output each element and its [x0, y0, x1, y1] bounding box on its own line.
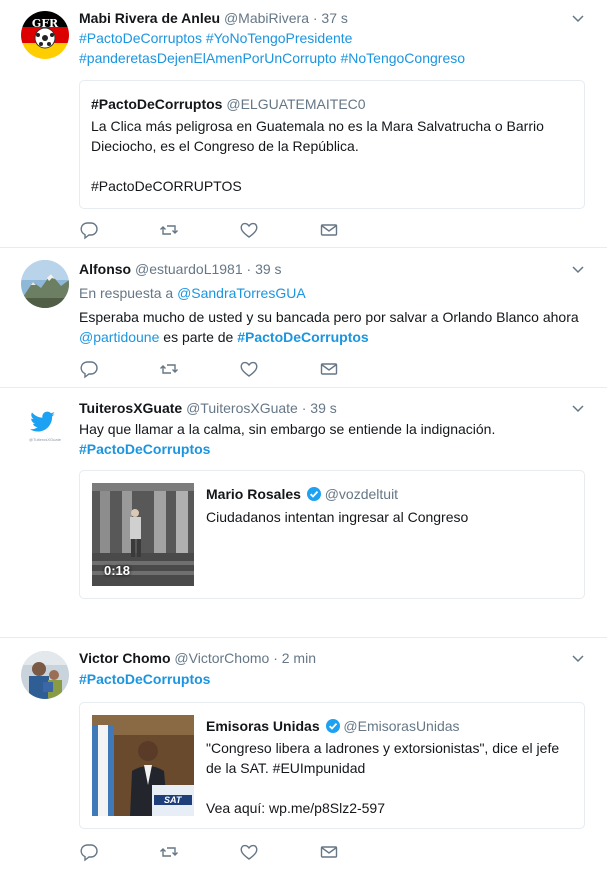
- quoted-header: Emisoras Unidas @EmisorasUnidas: [206, 716, 460, 736]
- quoted-user-handle: @ELGUATEMAITEC0: [226, 96, 366, 112]
- hashtag-link[interactable]: #PactoDeCorruptos: [237, 329, 368, 345]
- user-name[interactable]: Mabi Rivera de Anleu: [79, 10, 220, 26]
- avatar-text: GFR: [31, 17, 59, 30]
- tweet-header: Alfonso @estuardoL1981 · 39 s: [79, 260, 282, 278]
- tweet-text-line: Hay que llamar a la calma, sin embargo s…: [79, 421, 496, 437]
- user-handle[interactable]: @MabiRivera: [224, 10, 309, 26]
- mention-link[interactable]: @partidoune: [79, 329, 159, 345]
- verified-icon: [306, 487, 321, 501]
- quoted-user-handle: @vozdeltuit: [324, 486, 399, 502]
- chevron-down-icon[interactable]: [571, 402, 585, 416]
- tweet-header: TuiterosXGuate @TuiterosXGuate · 39 s: [79, 399, 337, 417]
- timestamp[interactable]: · 2 min: [273, 650, 316, 666]
- avatar[interactable]: GFR: [21, 11, 69, 59]
- reply-icon[interactable]: [79, 842, 99, 862]
- like-icon[interactable]: [239, 842, 259, 862]
- tweet[interactable]: Alfonso @estuardoL1981 · 39 s En respues…: [0, 248, 607, 388]
- chevron-down-icon[interactable]: [571, 12, 585, 26]
- avatar[interactable]: [21, 260, 69, 308]
- tweet-text-line: Esperaba mucho de usted y su bancada per…: [79, 309, 579, 325]
- avatar[interactable]: @TuiterosXGuate: [21, 400, 69, 448]
- like-icon[interactable]: [239, 359, 259, 379]
- hashtag-link[interactable]: #panderetasDejenElAmenPorUnCorrupto: [79, 50, 337, 66]
- user-handle[interactable]: @estuardoL1981: [135, 261, 243, 277]
- quoted-user-name: Mario Rosales: [206, 486, 301, 502]
- avatar[interactable]: [21, 651, 69, 699]
- direct-message-icon[interactable]: [319, 220, 339, 240]
- avatar-image: [21, 260, 69, 308]
- avatar-image: [21, 651, 69, 699]
- image-logo: SAT: [164, 795, 182, 805]
- tweet[interactable]: GFR Mabi Rivera de Anleu @MabiRivera · 3…: [0, 0, 607, 248]
- retweet-icon[interactable]: [159, 359, 179, 379]
- hashtag-link[interactable]: #PactoDeCorruptos: [79, 671, 210, 687]
- quoted-text: Dieciocho, es el Congreso de la Repúblic…: [91, 138, 359, 154]
- quoted-text: La Clica más peligrosa en Guatemala no e…: [91, 118, 544, 134]
- hashtag-link[interactable]: #PactoDeCorruptos: [79, 30, 202, 46]
- user-name[interactable]: TuiterosXGuate: [79, 400, 182, 416]
- reply-prefix: En respuesta a: [79, 285, 174, 301]
- tweet-text: es parte de: [159, 329, 238, 345]
- video-duration: 0:18: [104, 563, 131, 578]
- quoted-header: Mario Rosales @vozdeltuit: [206, 484, 398, 504]
- quoted-user-name: #PactoDeCorruptos: [91, 96, 223, 112]
- tweet-text-line: #PactoDeCorruptos: [79, 669, 210, 689]
- mention-link[interactable]: @SandraTorresGUA: [177, 285, 306, 301]
- reply-context: En respuesta a @SandraTorresGUA: [79, 283, 306, 303]
- quoted-text: Vea aquí: wp.me/p8Slz2-597: [206, 800, 386, 816]
- avatar-caption: @TuiterosXGuate: [29, 437, 61, 442]
- quoted-image[interactable]: SAT: [92, 715, 194, 816]
- user-name[interactable]: Alfonso: [79, 261, 131, 277]
- timestamp[interactable]: · 39 s: [247, 261, 282, 277]
- user-handle[interactable]: @TuiterosXGuate: [186, 400, 298, 416]
- tweet[interactable]: Victor Chomo @VictorChomo · 2 min #Pacto…: [0, 638, 607, 873]
- reply-icon[interactable]: [79, 220, 99, 240]
- verified-icon: [325, 719, 340, 733]
- tweet-text-line: #PactoDeCorruptos #YoNoTengoPresidente: [79, 28, 352, 48]
- hashtag-link[interactable]: #PactoDeCorruptos: [79, 441, 210, 457]
- reply-icon[interactable]: [79, 359, 99, 379]
- hashtag-link[interactable]: #YoNoTengoPresidente: [206, 30, 353, 46]
- quoted-text: Ciudadanos intentan ingresar al Congreso: [206, 509, 469, 525]
- retweet-icon[interactable]: [159, 220, 179, 240]
- quoted-user-handle: @EmisorasUnidas: [343, 718, 460, 734]
- direct-message-icon[interactable]: [319, 359, 339, 379]
- hashtag-link[interactable]: #NoTengoCongreso: [340, 50, 465, 66]
- tweet-text-line: @partidoune es parte de #PactoDeCorrupto…: [79, 327, 369, 347]
- tweet-header: Victor Chomo @VictorChomo · 2 min: [79, 649, 316, 667]
- quoted-text: #PactoDeCORRUPTOS: [91, 178, 242, 194]
- chevron-down-icon[interactable]: [571, 263, 585, 277]
- user-name[interactable]: Victor Chomo: [79, 650, 171, 666]
- tweet-actions: [79, 842, 349, 862]
- video-thumbnail[interactable]: 0:18: [92, 483, 194, 586]
- tweet-actions: [79, 220, 349, 240]
- quoted-user-name: Emisoras Unidas: [206, 718, 320, 734]
- quoted-text: "Congreso libera a ladrones y extorsioni…: [206, 740, 560, 756]
- tweet-text-line: #PactoDeCorruptos: [79, 439, 210, 459]
- quoted-tweet[interactable]: SAT Emisoras Unidas @EmisorasUnidas "Con…: [79, 702, 585, 829]
- timestamp[interactable]: · 37 s: [313, 10, 348, 26]
- timestamp[interactable]: · 39 s: [302, 400, 337, 416]
- quoted-header: #PactoDeCorruptos @ELGUATEMAITEC0: [91, 94, 366, 114]
- tweet-actions: [79, 359, 349, 379]
- chevron-down-icon[interactable]: [571, 652, 585, 666]
- tweet[interactable]: @TuiterosXGuate TuiterosXGuate @Tuiteros…: [0, 388, 607, 638]
- quoted-tweet[interactable]: #PactoDeCorruptos @ELGUATEMAITEC0 La Cli…: [79, 80, 585, 209]
- tweet-text-line: #panderetasDejenElAmenPorUnCorrupto #NoT…: [79, 48, 465, 68]
- like-icon[interactable]: [239, 220, 259, 240]
- retweet-icon[interactable]: [159, 842, 179, 862]
- user-handle[interactable]: @VictorChomo: [174, 650, 269, 666]
- tweet-header: Mabi Rivera de Anleu @MabiRivera · 37 s: [79, 9, 348, 27]
- direct-message-icon[interactable]: [319, 842, 339, 862]
- quoted-text: de la SAT. #EUImpunidad: [206, 760, 366, 776]
- quoted-tweet[interactable]: 0:18 Mario Rosales @vozdeltuit Ciudadano…: [79, 470, 585, 599]
